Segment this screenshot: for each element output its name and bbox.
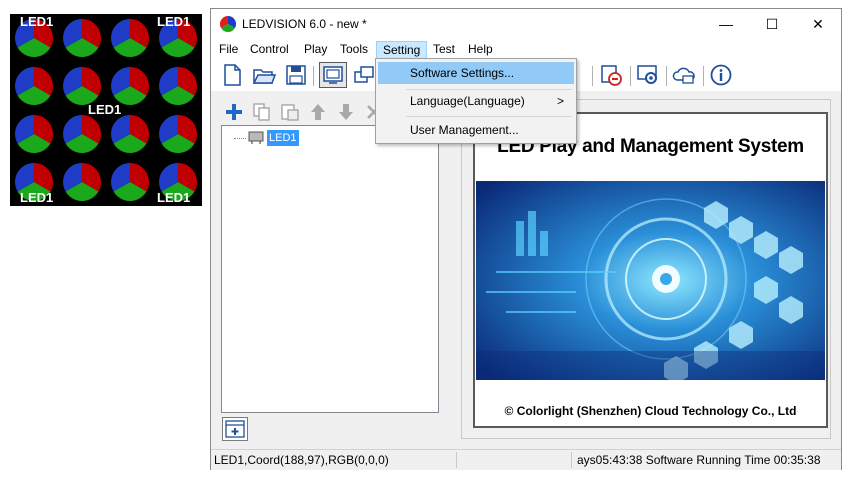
led-label-top-left: LED1 bbox=[20, 14, 54, 29]
menu-play[interactable]: Play bbox=[298, 41, 333, 59]
led-label-center: LED1 bbox=[88, 102, 122, 117]
toolbar-separator bbox=[630, 66, 631, 86]
tree-connector bbox=[234, 138, 246, 139]
menu-help[interactable]: Help bbox=[462, 41, 499, 59]
submenu-arrow-icon: > bbox=[556, 94, 564, 108]
menu-file[interactable]: File bbox=[213, 41, 244, 59]
stop-icon[interactable] bbox=[599, 63, 623, 87]
copy-icon[interactable] bbox=[251, 101, 273, 123]
toolbar-separator bbox=[313, 66, 314, 86]
led-label-top-right: LED1 bbox=[157, 14, 191, 29]
setting-dropdown-menu: Software Settings... Language(Language) … bbox=[375, 58, 577, 144]
menu-tools[interactable]: Tools bbox=[334, 41, 374, 59]
move-up-icon[interactable] bbox=[307, 101, 329, 123]
status-separator bbox=[456, 452, 457, 468]
settings-icon[interactable] bbox=[636, 63, 660, 87]
menu-item-language-label: Language(Language) bbox=[410, 94, 525, 108]
status-separator bbox=[571, 452, 572, 468]
menu-control[interactable]: Control bbox=[244, 41, 295, 59]
program-tree: LED1 bbox=[221, 125, 439, 413]
close-button[interactable]: ✕ bbox=[795, 9, 841, 39]
menu-setting[interactable]: Setting bbox=[376, 41, 428, 59]
minimize-button[interactable]: — bbox=[703, 9, 749, 39]
add-icon[interactable] bbox=[223, 101, 245, 123]
splash-banner-image bbox=[476, 181, 825, 380]
window-arrange-icon[interactable] bbox=[353, 63, 377, 87]
splash-panel: LED Play and Management System © Colorli… bbox=[473, 112, 828, 428]
status-coordinates: LED1,Coord(188,97),RGB(0,0,0) bbox=[214, 453, 389, 467]
led-label-bottom-right: LED1 bbox=[157, 190, 191, 205]
save-icon[interactable] bbox=[284, 63, 308, 87]
led-preview-panel: LED1 LED1 LED1 LED1 LED1 bbox=[10, 14, 202, 206]
toolbar-separator bbox=[592, 66, 593, 86]
led-screen-icon bbox=[248, 131, 264, 144]
splash-copyright: © Colorlight (Shenzhen) Cloud Technology… bbox=[504, 404, 797, 418]
led-label-bottom-left: LED1 bbox=[20, 190, 54, 205]
menu-item-software-settings[interactable]: Software Settings... bbox=[378, 62, 574, 84]
menu-item-language[interactable]: Language(Language) > bbox=[378, 90, 574, 112]
add-program-icon bbox=[225, 420, 245, 438]
display-window-icon[interactable] bbox=[319, 62, 347, 88]
move-down-icon[interactable] bbox=[335, 101, 357, 123]
add-program-button[interactable] bbox=[222, 417, 248, 441]
info-icon[interactable] bbox=[709, 63, 733, 87]
menu-bar: File Control Play Tools Setting Test Hel… bbox=[211, 39, 841, 59]
maximize-button[interactable]: ☐ bbox=[749, 9, 795, 39]
menu-test[interactable]: Test bbox=[427, 41, 461, 59]
menu-item-user-management[interactable]: User Management... bbox=[378, 119, 574, 141]
window-title: LEDVISION 6.0 - new * bbox=[242, 17, 367, 31]
paste-icon[interactable] bbox=[279, 101, 301, 123]
new-file-icon[interactable] bbox=[220, 63, 244, 87]
toolbar-separator bbox=[703, 66, 704, 86]
cloud-icon[interactable] bbox=[672, 63, 696, 87]
toolbar-separator bbox=[666, 66, 667, 86]
tree-item-label[interactable]: LED1 bbox=[267, 130, 299, 146]
title-bar[interactable]: LEDVISION 6.0 - new * — ☐ ✕ bbox=[211, 9, 841, 39]
status-running-time: ays05:43:38 Software Running Time 00:35:… bbox=[577, 453, 821, 467]
menu-separator bbox=[406, 116, 572, 117]
status-bar: LED1,Coord(188,97),RGB(0,0,0) ays05:43:3… bbox=[211, 449, 841, 470]
open-folder-icon[interactable] bbox=[252, 63, 276, 87]
app-logo-icon bbox=[220, 16, 236, 32]
